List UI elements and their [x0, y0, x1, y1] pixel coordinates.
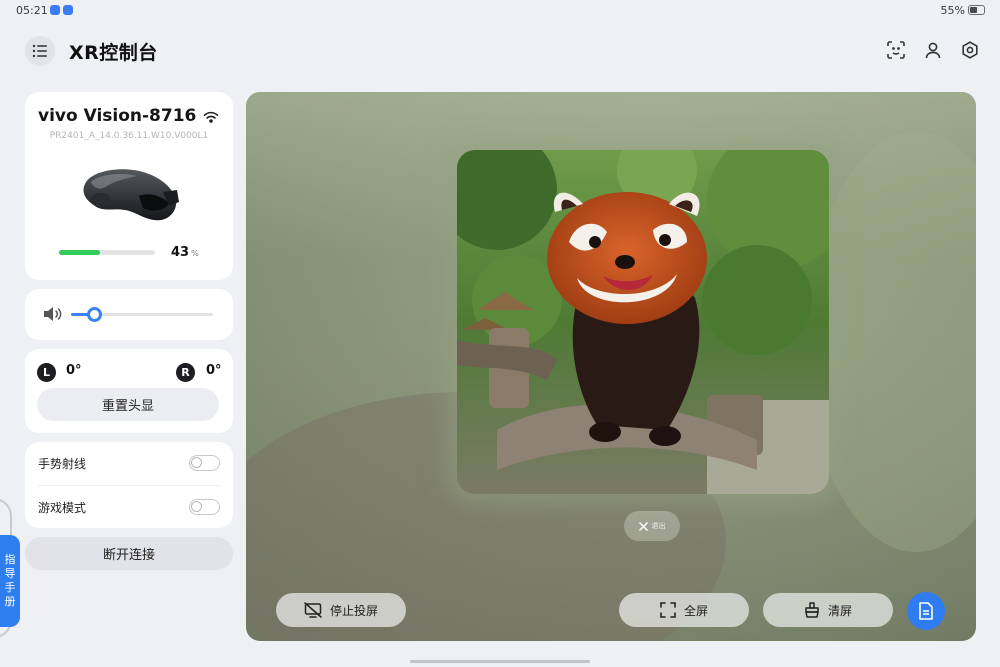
stop-cast-label: 停止投屏 — [329, 603, 378, 618]
volume-card — [25, 289, 233, 340]
right-badge: R — [176, 363, 195, 382]
guide-char: 册 — [4, 595, 16, 608]
gesture-ray-label: 手势射线 — [38, 456, 87, 471]
disconnect-button[interactable]: 断开连接 — [25, 537, 233, 570]
app-title: XR控制台 — [69, 42, 158, 64]
battery-percent: 43 — [171, 245, 190, 260]
reset-headset-button[interactable]: 重置头显 — [37, 388, 219, 421]
device-name: vivo Vision-8716 — [38, 106, 197, 126]
notification-badge-icon — [63, 5, 73, 15]
fullscreen-button[interactable]: 全屏 — [619, 593, 749, 627]
wifi-icon — [203, 108, 219, 127]
cast-content-image — [457, 150, 829, 494]
battery-value: 43% — [171, 245, 199, 260]
speaker-icon[interactable] — [43, 306, 63, 326]
stop-cast-button[interactable]: 停止投屏 — [276, 593, 406, 627]
settings-button[interactable] — [960, 40, 980, 60]
headset-image — [77, 162, 181, 234]
home-indicator[interactable] — [410, 660, 590, 663]
gesture-ray-toggle[interactable] — [189, 455, 220, 471]
exit-label: 退出 — [651, 522, 666, 530]
clear-screen-button[interactable]: 清屏 — [763, 593, 893, 627]
fullscreen-label: 全屏 — [683, 603, 708, 618]
user-guide-tab[interactable]: 指 导 手 册 — [0, 535, 20, 627]
status-bar: 05:21 55% — [0, 0, 1000, 22]
volume-slider[interactable] — [71, 307, 213, 322]
game-mode-toggle[interactable] — [189, 499, 220, 515]
document-button[interactable] — [907, 592, 945, 630]
guide-char: 导 — [4, 567, 16, 580]
menu-list-icon — [32, 44, 47, 58]
screen-cast-off-icon — [304, 602, 322, 618]
person-icon — [925, 42, 941, 59]
close-icon — [638, 521, 648, 531]
exit-button[interactable]: 退出 — [624, 511, 680, 541]
device-card: vivo Vision-8716 PR2401_A_14.0.36.11.W10… — [25, 92, 233, 280]
battery-percent-text: 55% — [940, 4, 965, 17]
clear-screen-label: 清屏 — [827, 603, 852, 618]
game-mode-label: 游戏模式 — [38, 500, 87, 515]
device-firmware: PR2401_A_14.0.36.11.W10.V000L1 — [49, 131, 209, 141]
account-button[interactable] — [923, 40, 943, 60]
game-mode-row: 游戏模式 — [38, 486, 220, 528]
guide-char: 手 — [4, 581, 16, 594]
toggles-card: 手势射线 游戏模式 — [25, 442, 233, 528]
battery-icon — [968, 5, 985, 15]
calibration-card: L 0° R 0° 重置头显 — [25, 349, 233, 433]
menu-button[interactable] — [25, 36, 55, 66]
cast-preview: 退出 停止投屏 全屏 清屏 — [246, 92, 976, 641]
battery-bar — [59, 250, 155, 255]
gesture-ray-row: 手势射线 — [38, 442, 220, 484]
face-scan-icon — [887, 41, 905, 59]
broom-icon — [805, 602, 819, 618]
battery-unit: % — [191, 249, 199, 258]
fullscreen-icon — [660, 602, 676, 618]
guide-char: 指 — [4, 553, 16, 566]
notification-badge-icon — [50, 5, 60, 15]
settings-hex-icon — [962, 41, 978, 59]
left-angle-value: 0° — [66, 363, 82, 378]
face-scan-button[interactable] — [886, 40, 906, 60]
right-angle-value: 0° — [206, 363, 222, 378]
volume-slider-handle[interactable] — [86, 307, 102, 322]
document-icon — [919, 602, 933, 620]
left-badge: L — [37, 363, 56, 382]
status-time: 05:21 — [16, 4, 48, 17]
